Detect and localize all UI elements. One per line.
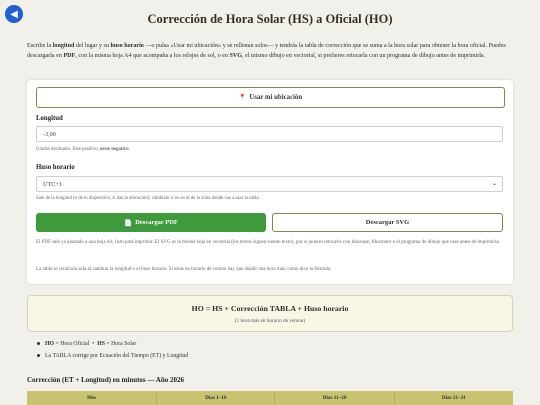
header-days-11-20: Días 11–20	[275, 391, 395, 405]
timezone-select[interactable]: UTC+1 ⌄	[36, 176, 503, 192]
page-title: Corrección de Hora Solar (HS) a Oficial …	[147, 12, 393, 26]
arrow-left-icon: ◀	[10, 8, 18, 20]
back-button[interactable]: ◀	[5, 5, 23, 23]
chevron-down-icon: ⌄	[491, 180, 497, 187]
header-days-1-10: Días 1–10	[157, 391, 276, 405]
table-header-row: Mes Días 1–10 Días 11–20 Días 21–31	[27, 391, 513, 405]
timezone-hint: Sale de la longitud (o de tu dispositivo…	[36, 196, 260, 201]
longitude-label: Longitud	[36, 115, 63, 122]
use-location-label: Usar mi ubicación	[249, 94, 303, 101]
download-pdf-button[interactable]: 📄 Descargar PDF	[36, 213, 266, 232]
download-svg-button[interactable]: Descargar SVG	[272, 213, 503, 232]
bullet-icon	[37, 342, 40, 346]
use-location-button[interactable]: 📍 Usar mi ubicación	[36, 87, 505, 108]
formula-main: HO = HS + Corrección TABLA + Huso horari…	[191, 304, 349, 313]
legend-line-2: La TABLA corrige por Ecuación del Tiempo…	[37, 353, 188, 359]
pin-icon: 📍	[238, 94, 247, 101]
header-month: Mes	[27, 391, 158, 405]
settings-card: 📍 Usar mi ubicación Longitud -3,00 Grado…	[27, 80, 513, 284]
timezone-label: Huso horario	[36, 164, 75, 171]
longitude-input[interactable]: -3,00	[36, 126, 503, 142]
document-icon: 📄	[124, 219, 133, 227]
intro-text: Escribe la longitud del lugar y su huso …	[27, 43, 506, 59]
recalc-note: La tabla se recalcula sola al cambiar la…	[36, 267, 332, 272]
download-note: El PDF sale ya ajustado a una hoja A4, l…	[36, 240, 501, 245]
formula-sub: (1 hora más en horario de verano)	[234, 318, 306, 324]
formula-box: HO = HS + Corrección TABLA + Huso horari…	[27, 295, 513, 332]
legend-line-1: HO = Hora Oficial • HS = Hora Solar	[37, 341, 136, 347]
bullet-icon	[37, 354, 40, 358]
header-days-21-31: Días 21–31	[441, 395, 466, 401]
longitude-hint: Grados decimales. Este positivo, oeste n…	[36, 147, 130, 152]
table-title: Corrección (ET + Longitud) en minutos — …	[27, 376, 184, 384]
